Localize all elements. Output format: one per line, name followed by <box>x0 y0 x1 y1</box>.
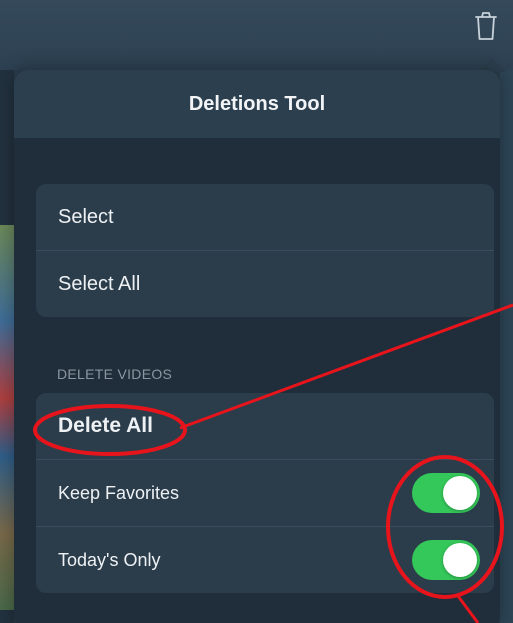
background-toolbar <box>0 0 513 70</box>
todays-only-toggle[interactable] <box>412 540 480 580</box>
keep-favorites-label: Keep Favorites <box>58 482 180 503</box>
delete-all-label: Delete All <box>58 414 153 437</box>
delete-videos-section-label: DELETE VIDEOS <box>57 366 173 382</box>
todays-only-row: Today's Only <box>36 526 494 593</box>
screen: Deletions Tool Select Select All DELETE … <box>0 0 513 623</box>
select-all-row[interactable]: Select All <box>36 250 494 317</box>
popover-header: Deletions Tool <box>14 70 500 138</box>
toggle-knob <box>443 476 477 510</box>
trash-button[interactable] <box>470 8 502 44</box>
delete-all-row[interactable]: Delete All <box>36 393 494 459</box>
select-label: Select <box>58 205 114 228</box>
select-group: Select Select All <box>36 184 494 317</box>
toggle-knob <box>443 543 477 577</box>
trash-icon <box>475 12 497 40</box>
background-photo <box>0 225 14 610</box>
deletions-popover: Deletions Tool Select Select All DELETE … <box>14 70 500 623</box>
select-all-label: Select All <box>58 272 141 295</box>
todays-only-label: Today's Only <box>58 549 161 570</box>
delete-videos-group: Delete All Keep Favorites Today's Only <box>36 393 494 593</box>
keep-favorites-row: Keep Favorites <box>36 459 494 526</box>
select-row[interactable]: Select <box>36 184 494 250</box>
popover-title: Deletions Tool <box>188 92 326 115</box>
keep-favorites-toggle[interactable] <box>412 473 480 513</box>
background-right-strip <box>500 70 513 623</box>
